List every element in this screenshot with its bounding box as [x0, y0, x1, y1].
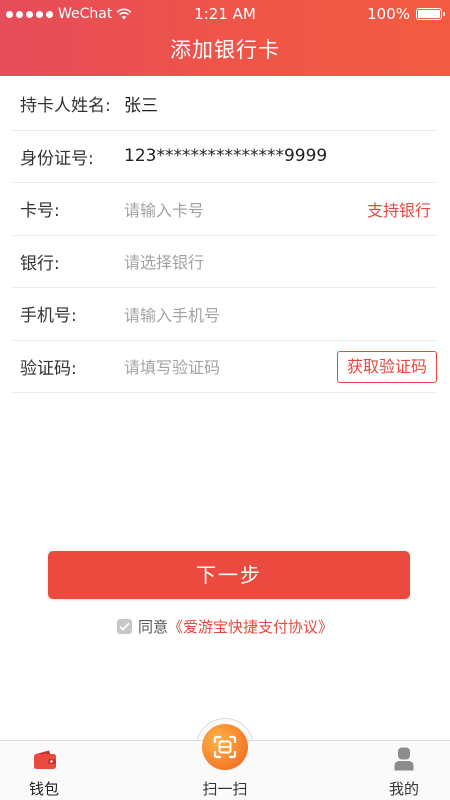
- scan-button[interactable]: [202, 724, 248, 770]
- id-number-label: 身份证号:: [20, 148, 94, 169]
- card-number-label: 卡号:: [20, 201, 60, 222]
- id-number-row: 身份证号: 123***************9999: [12, 131, 437, 183]
- id-number-value: 123***************9999: [124, 146, 328, 167]
- bank-select[interactable]: 请选择银行: [124, 249, 437, 273]
- page-title: 添加银行卡: [170, 38, 280, 62]
- tab-me-label: 我的: [388, 780, 419, 798]
- agreement-link[interactable]: 《爱游宝快捷支付协议》: [168, 616, 333, 637]
- supported-banks-link[interactable]: 支持银行: [367, 197, 431, 221]
- tab-wallet-label: 钱包: [28, 780, 59, 798]
- checkbox-checked-icon[interactable]: [116, 619, 132, 634]
- holder-name-label: 持卡人姓名:: [20, 96, 111, 117]
- holder-name-row: 持卡人姓名: 张三: [12, 78, 437, 131]
- status-right: 100%: [367, 5, 445, 23]
- tab-wallet[interactable]: 钱包: [6, 741, 82, 800]
- agreement: 同意 《爱游宝快捷支付协议》: [0, 616, 450, 637]
- tab-me[interactable]: 我的: [366, 741, 442, 800]
- code-row: 验证码: 请填写验证码 获取验证码: [12, 341, 437, 393]
- battery-icon: [416, 8, 445, 20]
- wallet-icon: [34, 750, 56, 769]
- agreement-inner: 同意 《爱游宝快捷支付协议》: [116, 616, 333, 637]
- profile-icon: [394, 747, 414, 771]
- next-step-button[interactable]: 下一步: [48, 551, 410, 599]
- status-bar: WeChat 1:21 AM 100%: [0, 0, 450, 28]
- phone-input[interactable]: 请输入手机号: [124, 302, 437, 326]
- bank-label: 银行:: [20, 253, 60, 274]
- card-number-row: 卡号: 请输入卡号 支持银行: [12, 183, 437, 236]
- bank-card-form: 持卡人姓名: 张三 身份证号: 123***************9999 卡…: [12, 78, 437, 393]
- get-code-button[interactable]: 获取验证码: [336, 350, 437, 383]
- phone-row: 手机号: 请输入手机号: [12, 288, 437, 341]
- holder-name-value: 张三: [124, 96, 158, 117]
- scan-icon: [213, 735, 237, 759]
- battery-percent: 100%: [367, 5, 410, 23]
- tab-scan-label: 扫一扫: [202, 780, 248, 798]
- phone-label: 手机号:: [20, 306, 77, 327]
- header: WeChat 1:21 AM 100% 添加银行卡: [0, 0, 450, 76]
- bank-row: 银行: 请选择银行: [12, 236, 437, 288]
- code-label: 验证码:: [20, 358, 77, 379]
- agree-prefix: 同意: [137, 618, 168, 636]
